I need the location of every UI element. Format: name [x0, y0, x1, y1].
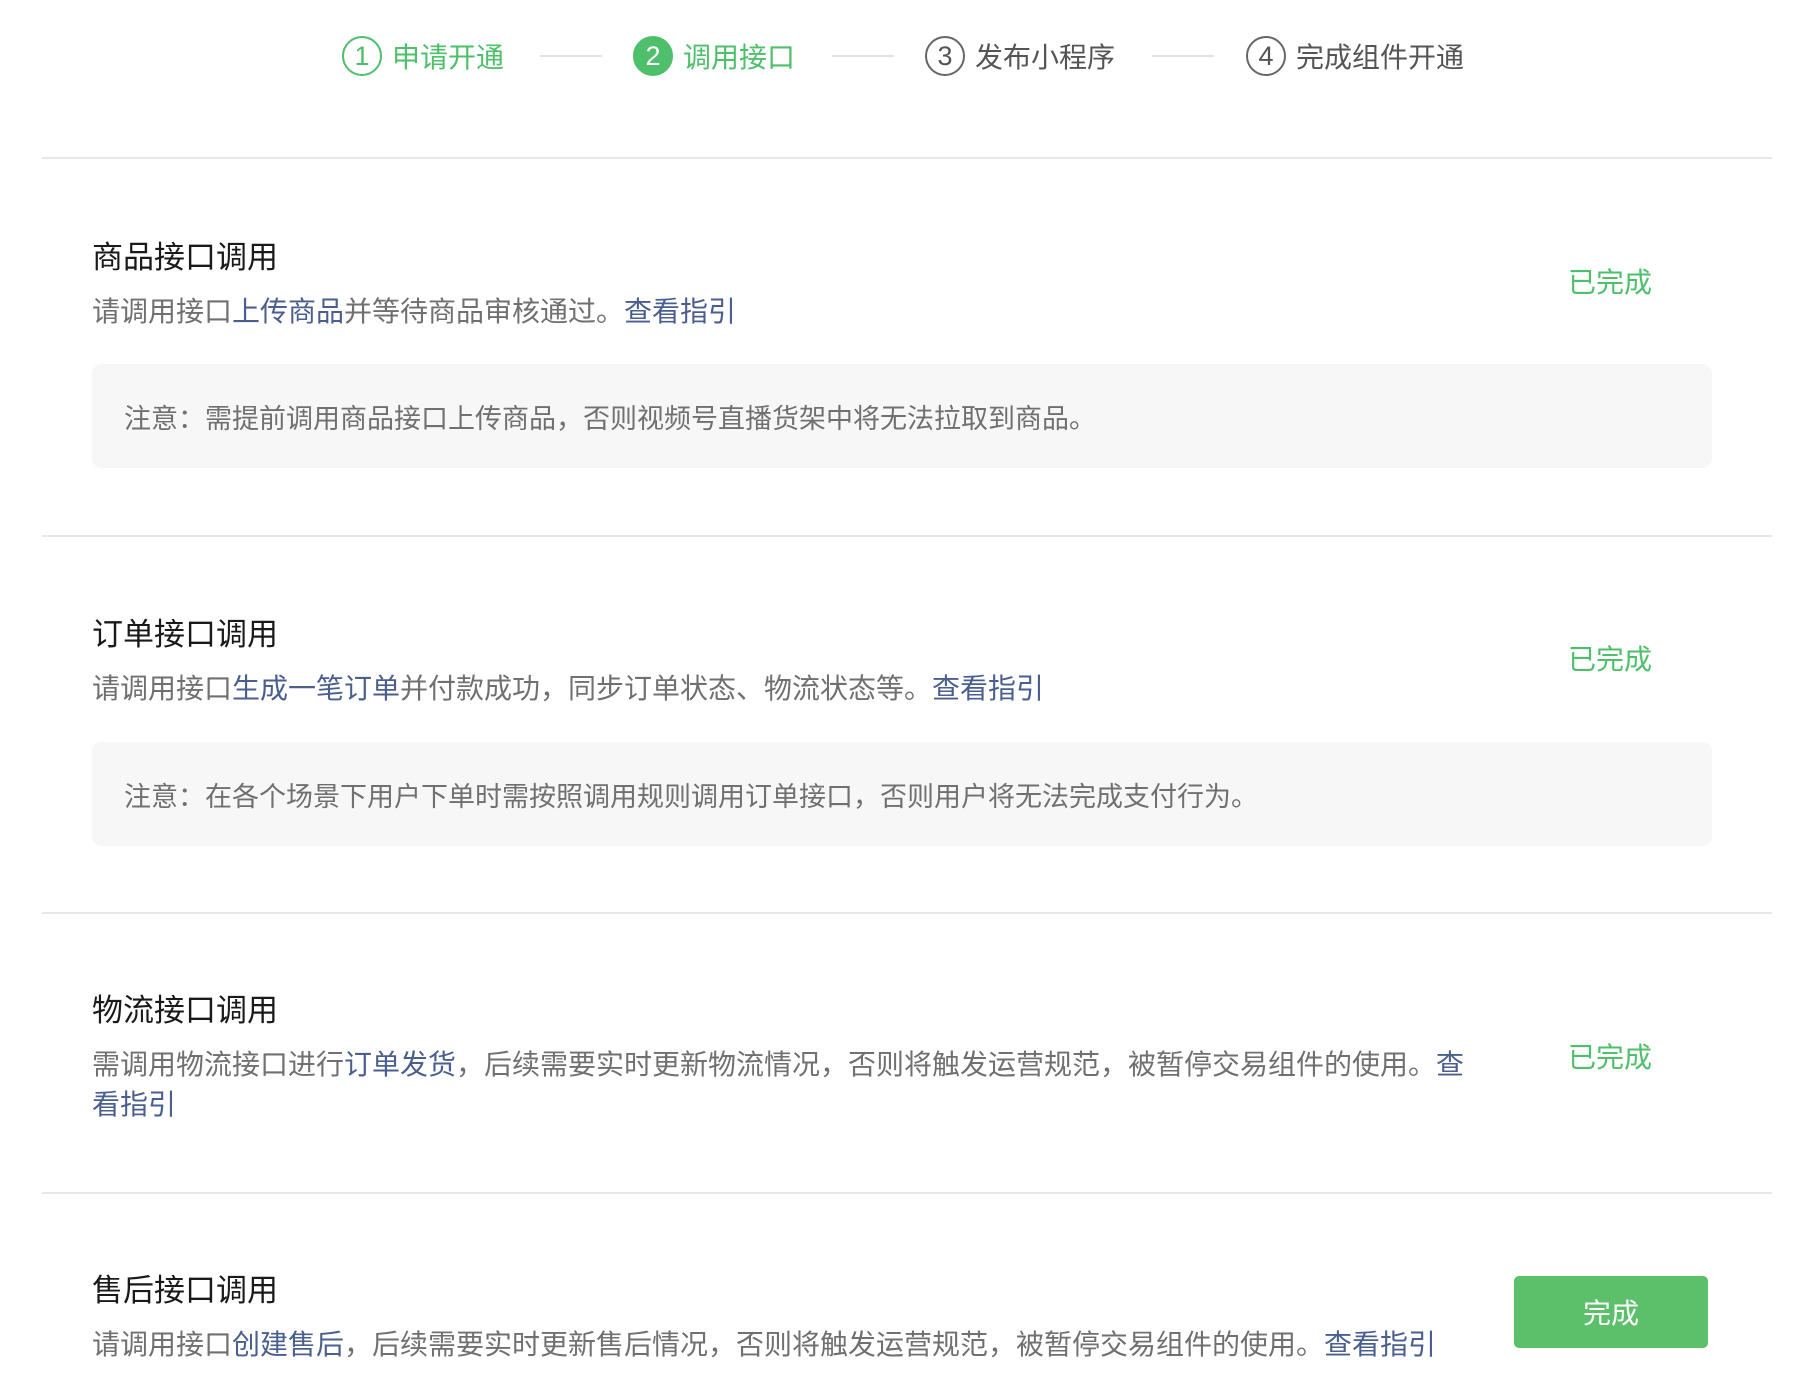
- step-connector: [1152, 55, 1214, 57]
- desc-text: ，后续需要实时更新物流情况，否则将触发运营规范，被暂停交易组件的使用。: [456, 1048, 1437, 1081]
- step-complete: 4 完成组件开通: [1246, 34, 1464, 78]
- section-divider: [42, 157, 1772, 159]
- step-number-3: 3: [925, 36, 965, 76]
- section-title: 商品接口调用: [92, 240, 278, 276]
- section-divider: [42, 1192, 1772, 1194]
- step-connector: [540, 55, 602, 57]
- desc-text: 并付款成功，同步订单状态、物流状态等。: [400, 672, 933, 705]
- desc-text: 请调用接口: [92, 1328, 233, 1361]
- view-guide-link[interactable]: 查看指引: [932, 672, 1044, 705]
- step-number-2: 2: [633, 36, 673, 76]
- desc-text: 请调用接口: [92, 672, 233, 705]
- section-title: 售后接口调用: [92, 1273, 278, 1309]
- step-label-call-api: 调用接口: [683, 41, 796, 74]
- upload-product-link[interactable]: 上传商品: [232, 295, 344, 328]
- step-label-publish: 发布小程序: [975, 41, 1116, 74]
- step-apply: 1 申请开通: [342, 34, 504, 78]
- notice-box: 注意：需提前调用商品接口上传商品，否则视频号直播货架中将无法拉取到商品。: [92, 364, 1712, 468]
- status-completed: 已完成: [1568, 643, 1653, 676]
- step-number-4: 4: [1246, 36, 1286, 76]
- step-label-apply: 申请开通: [392, 41, 505, 74]
- desc-text: 需调用物流接口进行: [92, 1048, 345, 1081]
- section-title: 订单接口调用: [92, 617, 278, 653]
- step-number-1: 1: [342, 36, 382, 76]
- view-guide-link[interactable]: 查看指引: [1324, 1328, 1436, 1361]
- section-description: 请调用接口创建售后，后续需要实时更新售后情况，否则将触发运营规范，被暂停交易组件…: [92, 1325, 1512, 1365]
- section-description: 请调用接口上传商品并等待商品审核通过。查看指引: [92, 292, 1492, 332]
- step-connector: [832, 55, 894, 57]
- desc-text: 请调用接口: [92, 295, 233, 328]
- section-description: 需调用物流接口进行订单发货，后续需要实时更新物流情况，否则将触发运营规范，被暂停…: [92, 1045, 1492, 1125]
- section-divider: [42, 912, 1772, 914]
- create-aftersale-link[interactable]: 创建售后: [232, 1328, 344, 1361]
- step-publish: 3 发布小程序: [925, 34, 1115, 78]
- desc-text: 并等待商品审核通过。: [344, 295, 625, 328]
- status-completed: 已完成: [1568, 1041, 1653, 1074]
- progress-stepper: 1 申请开通 2 调用接口 3 发布小程序 4 完成组件开通: [0, 26, 1804, 86]
- create-order-link[interactable]: 生成一笔订单: [232, 672, 400, 705]
- complete-button[interactable]: 完成: [1514, 1276, 1708, 1348]
- step-call-api: 2 调用接口: [633, 34, 795, 78]
- section-description: 请调用接口生成一笔订单并付款成功，同步订单状态、物流状态等。查看指引: [92, 669, 1492, 709]
- section-divider: [42, 535, 1772, 537]
- notice-box: 注意：在各个场景下用户下单时需按照调用规则调用订单接口，否则用户将无法完成支付行…: [92, 742, 1712, 846]
- desc-text: ，后续需要实时更新售后情况，否则将触发运营规范，被暂停交易组件的使用。: [344, 1328, 1325, 1361]
- status-completed: 已完成: [1568, 266, 1653, 299]
- step-label-complete: 完成组件开通: [1296, 41, 1465, 74]
- view-guide-link[interactable]: 查看指引: [624, 295, 736, 328]
- ship-order-link[interactable]: 订单发货: [344, 1048, 456, 1081]
- section-title: 物流接口调用: [92, 993, 278, 1029]
